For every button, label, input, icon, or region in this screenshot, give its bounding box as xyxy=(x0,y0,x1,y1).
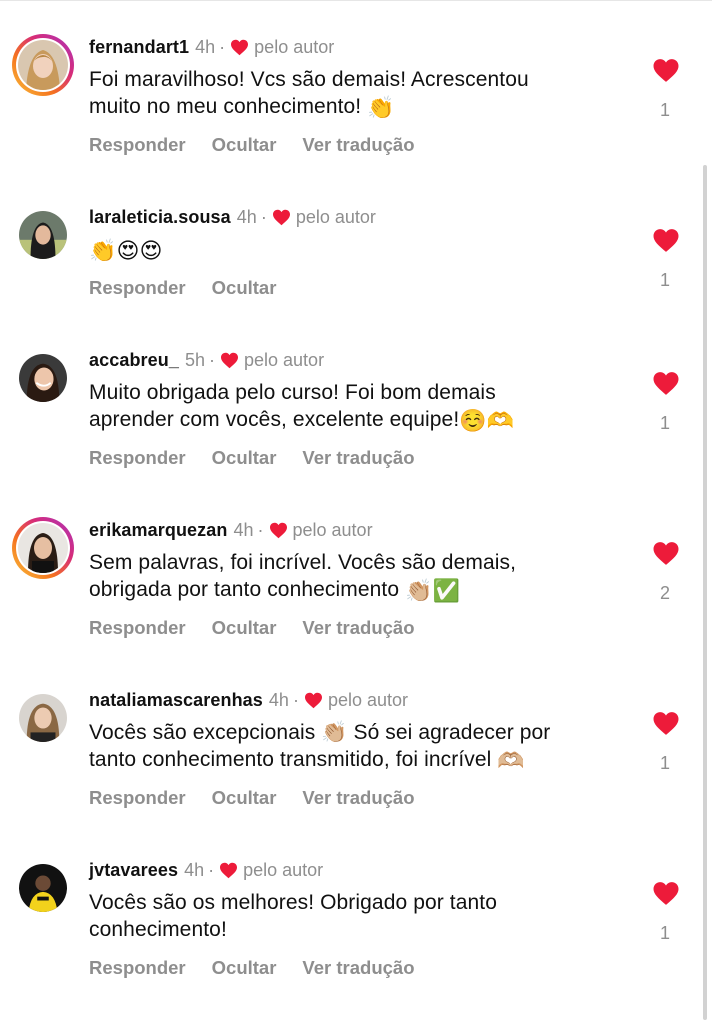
author-liked-heart-icon xyxy=(220,862,238,878)
translate-button[interactable]: Ver tradução xyxy=(302,787,414,808)
comment-time: 4h xyxy=(195,37,216,57)
avatar[interactable] xyxy=(12,34,74,96)
reply-button[interactable]: Responder xyxy=(89,277,186,298)
reply-button[interactable]: Responder xyxy=(89,134,186,155)
like-count: 1 xyxy=(659,270,670,290)
comment-username[interactable]: laraleticia.sousa xyxy=(89,206,231,228)
like-heart-icon[interactable] xyxy=(652,881,680,906)
author-liked-label: pelo autor xyxy=(254,37,335,57)
comment-actions: Responder Ocultar Ver tradução xyxy=(89,134,441,156)
comment-text: 👏😍😍 xyxy=(89,236,629,263)
comment-actions: Responder Ocultar Ver tradução xyxy=(89,787,441,809)
comment-emoji: 👏🏼✅ xyxy=(405,578,461,603)
comment-item: jvtavarees 4h · pelo autor Vocês são os … xyxy=(0,823,712,993)
comment-username[interactable]: jvtavarees xyxy=(89,859,178,881)
reply-button[interactable]: Responder xyxy=(89,617,186,638)
author-liked-label: pelo autor xyxy=(327,690,408,710)
comment-text: Vocês são excepcionais 👏🏼 Só sei agradec… xyxy=(89,721,551,773)
hide-button[interactable]: Ocultar xyxy=(212,787,277,808)
like-count: 1 xyxy=(659,100,670,120)
comment-username[interactable]: nataliamascarenhas xyxy=(89,689,263,711)
separator-dot: · xyxy=(292,690,299,710)
comment-emoji: 🫶🏼 xyxy=(497,748,525,773)
separator-dot: · xyxy=(209,350,215,370)
comment-text: Muito obrigada pelo curso! Foi bom demai… xyxy=(89,381,515,433)
author-liked-heart-icon xyxy=(304,692,322,708)
hide-button[interactable]: Ocultar xyxy=(212,277,277,298)
comment-item: fernandart1 4h · pelo autor Foi maravilh… xyxy=(0,0,712,170)
comment-actions: Responder Ocultar Ver tradução xyxy=(89,447,441,469)
reply-button[interactable]: Responder xyxy=(89,447,186,468)
comment-item: accabreu_ 5h · pelo autor Muito obrigada… xyxy=(0,313,712,483)
comment-username[interactable]: accabreu_ xyxy=(89,349,179,371)
avatar[interactable] xyxy=(12,517,74,579)
comment-item: nataliamascarenhas 4h · pelo autor Vocês… xyxy=(0,653,712,823)
avatar[interactable] xyxy=(12,347,74,409)
scrollbar[interactable] xyxy=(703,165,707,1020)
comment-time: 5h xyxy=(184,350,205,370)
author-liked-label: pelo autor xyxy=(295,207,376,227)
separator-dot: · xyxy=(208,860,215,880)
reply-button[interactable]: Responder xyxy=(89,787,186,808)
comment-username[interactable]: erikamarquezan xyxy=(89,519,227,541)
comment-time: 4h xyxy=(236,207,257,227)
avatar[interactable] xyxy=(12,857,74,919)
comment-time: 4h xyxy=(233,520,254,540)
separator-dot: · xyxy=(257,520,264,540)
reply-button[interactable]: Responder xyxy=(89,957,186,978)
hide-button[interactable]: Ocultar xyxy=(212,447,277,468)
separator-dot: · xyxy=(260,207,267,227)
comment-emoji: ☺️🫶 xyxy=(459,408,515,433)
comment-text: Vocês são os melhores! Obrigado por tant… xyxy=(89,891,498,941)
avatar[interactable] xyxy=(12,204,74,266)
comment-item: erikamarquezan 4h · pelo autor Sem palav… xyxy=(0,483,712,653)
comment-actions: Responder Ocultar Ver tradução xyxy=(89,617,441,639)
comment-username[interactable]: fernandart1 xyxy=(89,36,189,58)
like-count: 1 xyxy=(659,923,670,943)
author-liked-heart-icon xyxy=(269,522,287,538)
like-heart-icon[interactable] xyxy=(652,711,680,736)
like-count: 1 xyxy=(659,413,670,433)
like-heart-icon[interactable] xyxy=(652,541,680,566)
author-liked-heart-icon xyxy=(221,352,238,368)
like-heart-icon[interactable] xyxy=(652,371,680,396)
translate-button[interactable]: Ver tradução xyxy=(302,447,414,468)
like-heart-icon[interactable] xyxy=(652,58,680,83)
author-liked-heart-icon xyxy=(231,39,249,55)
comment-time: 4h xyxy=(184,860,205,880)
hide-button[interactable]: Ocultar xyxy=(212,134,277,155)
author-liked-label: pelo autor xyxy=(243,860,324,880)
like-heart-icon[interactable] xyxy=(652,228,680,253)
translate-button[interactable]: Ver tradução xyxy=(302,134,414,155)
like-count: 2 xyxy=(659,583,670,603)
translate-button[interactable]: Ver tradução xyxy=(302,957,414,978)
comment-emoji: 👏 xyxy=(367,95,395,120)
author-liked-label: pelo autor xyxy=(292,520,373,540)
comment-actions: Responder Ocultar Ver tradução xyxy=(89,957,441,979)
comment-text: Sem palavras, foi incrível. Vocês são de… xyxy=(89,551,517,603)
author-liked-heart-icon xyxy=(272,209,290,225)
comment-text: Foi maravilhoso! Vcs são demais! Acresce… xyxy=(89,68,529,120)
author-liked-label: pelo autor xyxy=(244,350,325,370)
hide-button[interactable]: Ocultar xyxy=(212,617,277,638)
separator-dot: · xyxy=(219,37,226,57)
comment-actions: Responder Ocultar xyxy=(89,277,302,299)
translate-button[interactable]: Ver tradução xyxy=(302,617,414,638)
avatar[interactable] xyxy=(12,687,74,749)
hide-button[interactable]: Ocultar xyxy=(212,957,277,978)
comment-time: 4h xyxy=(268,690,289,710)
comment-emoji: 👏😍😍 xyxy=(89,238,163,263)
like-count: 1 xyxy=(659,753,670,773)
